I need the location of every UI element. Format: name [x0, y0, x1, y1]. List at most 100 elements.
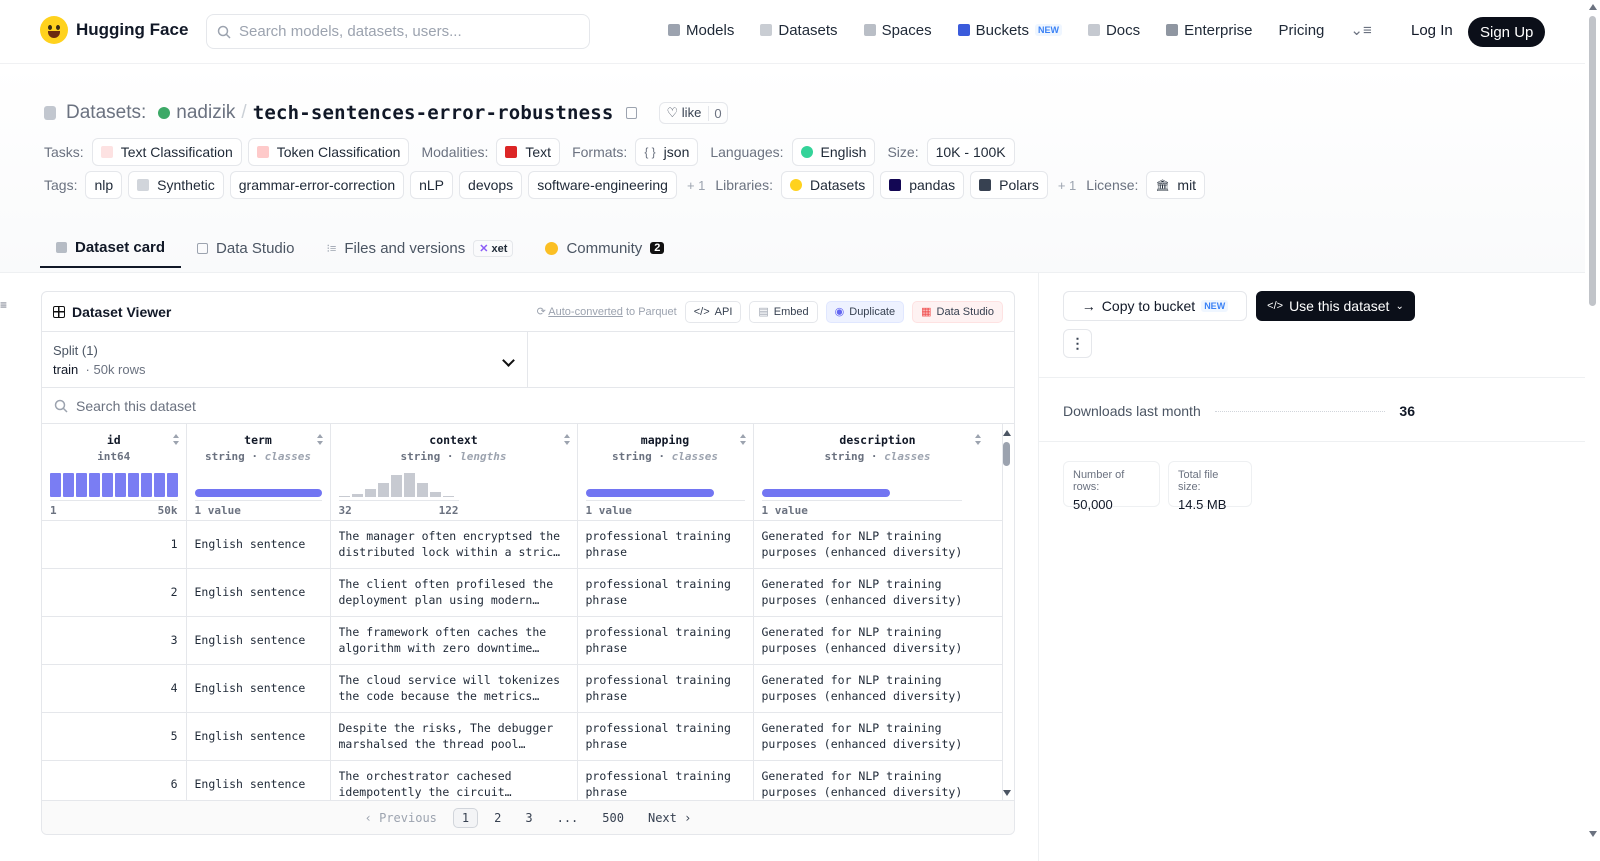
page-scrollbar-thumb[interactable] — [1589, 16, 1596, 306]
tag-chip-synthetic[interactable]: Synthetic — [128, 171, 224, 199]
tag-chip[interactable]: nLP — [410, 171, 454, 199]
classes-summary: 1 value — [194, 500, 322, 517]
column-header-id[interactable]: id int64 1 50k — [42, 424, 187, 521]
tab-dataset-card[interactable]: Dataset card — [40, 228, 182, 268]
tab-files-and-versions[interactable]: ⁝≡ Files and versions ✕ xet — [310, 228, 529, 268]
nav-buckets[interactable]: Buckets NEW — [957, 22, 1062, 39]
library-chip-datasets[interactable]: Datasets — [780, 171, 875, 199]
nav-pricing[interactable]: Pricing — [1279, 22, 1325, 39]
scroll-up-arrow-icon[interactable] — [1589, 4, 1597, 10]
datasets-section-label[interactable]: Datasets: — [66, 102, 146, 124]
column-header-context[interactable]: context string · lengths 32 122 — [330, 424, 578, 521]
page-3-button[interactable]: 3 — [517, 809, 540, 827]
copy-icon[interactable] — [625, 107, 637, 119]
next-page-button[interactable]: Next › — [640, 809, 699, 827]
database-icon — [44, 106, 56, 120]
task-chip-token-classification[interactable]: Token Classification — [247, 138, 410, 166]
nav-enterprise[interactable]: Enterprise — [1166, 22, 1253, 39]
nav-spaces[interactable]: Spaces — [863, 22, 932, 39]
global-search-input[interactable] — [239, 23, 559, 40]
column-header-term[interactable]: term string · classes 1 value — [186, 424, 331, 521]
table-row[interactable]: 1 English sentence The manager often enc… — [42, 520, 1003, 569]
nav-pricing-label: Pricing — [1278, 21, 1325, 39]
sort-icon[interactable] — [563, 434, 571, 445]
page-ellipsis: ... — [556, 810, 579, 825]
owner-avatar — [158, 107, 171, 119]
use-dataset-label: Use this dataset — [1289, 298, 1390, 314]
tab-community[interactable]: Community 2 — [529, 228, 680, 268]
dataset-table: id int64 1 50k term string · classes 1 va… — [42, 424, 1003, 809]
tab-data-studio[interactable]: Data Studio — [181, 228, 310, 268]
global-search[interactable] — [206, 14, 590, 49]
table-row[interactable]: 2 English sentence The client often prof… — [42, 568, 1003, 617]
table-scrollbar-thumb[interactable] — [1003, 442, 1010, 466]
modality-chip-text[interactable]: Text — [496, 138, 561, 166]
column-header-mapping[interactable]: mapping string · classes 1 value — [577, 424, 754, 521]
previous-page-button[interactable]: ‹ Previous — [357, 809, 445, 827]
hf-logo-link[interactable]: Hugging Face — [40, 16, 188, 44]
side-menu-icon[interactable]: ≡ — [0, 298, 8, 312]
tag-chip[interactable]: nlp — [85, 171, 123, 199]
column-type: string · classes — [824, 450, 931, 463]
dataset-search-input[interactable] — [76, 397, 476, 414]
dataset-name[interactable]: tech-sentences-error-robustness — [253, 102, 614, 124]
tags-more[interactable]: + 1 — [687, 178, 705, 193]
tag-chip[interactable]: software-engineering — [528, 171, 677, 199]
libraries-more[interactable]: + 1 — [1058, 178, 1076, 193]
tab-label: Files and versions — [344, 239, 466, 257]
tag-chip[interactable]: grammar-error-correction — [229, 171, 405, 199]
tag-chip[interactable]: devops — [459, 171, 523, 199]
cell-context: The framework often caches the algorithm… — [330, 616, 578, 665]
library-chip-pandas[interactable]: pandas — [880, 171, 965, 199]
more-menu-icon[interactable]: ⌄≡ — [1350, 21, 1371, 39]
page-2-button[interactable]: 2 — [486, 809, 509, 827]
embed-label: Embed — [773, 305, 809, 318]
size-chip[interactable]: 10K - 100K — [926, 138, 1015, 166]
book-icon — [1087, 24, 1100, 36]
api-button[interactable]: </> API — [684, 300, 742, 323]
like-button[interactable]: ♡ like 0 — [658, 102, 728, 124]
language-chip-english[interactable]: English — [791, 138, 876, 166]
sort-icon[interactable] — [739, 434, 747, 445]
library-chip-polars[interactable]: Polars — [970, 171, 1048, 199]
auto-converted-note: ⟳ Auto-converted to Parquet — [536, 306, 677, 318]
split-selector[interactable]: Split (1) train · 50k rows — [42, 332, 528, 387]
more-options-button[interactable]: ⋮ — [1063, 329, 1092, 358]
brand-name: Hugging Face — [76, 20, 189, 39]
nav-docs[interactable]: Docs — [1087, 22, 1140, 39]
hugging-face-icon — [789, 179, 802, 191]
dataset-owner-link[interactable]: nadizik — [176, 102, 235, 124]
page-500-button[interactable]: 500 — [594, 809, 632, 827]
table-row[interactable]: 5 English sentence Despite the risks, Th… — [42, 712, 1003, 761]
sort-icon[interactable] — [172, 434, 180, 445]
nav-models[interactable]: Models — [668, 22, 734, 39]
signup-button[interactable]: Sign Up — [1468, 17, 1546, 47]
lengths-histogram — [338, 471, 569, 497]
page-1-button[interactable]: 1 — [452, 807, 479, 828]
dataset-search[interactable] — [42, 388, 1014, 424]
data-studio-button[interactable]: ▦ Data Studio — [912, 300, 1003, 323]
sort-icon[interactable] — [316, 434, 324, 445]
license-chip[interactable]: 🏛 mit — [1146, 171, 1206, 199]
use-this-dataset-button[interactable]: </> Use this dataset ⌄ — [1256, 291, 1415, 321]
embed-button[interactable]: ▤ Embed — [749, 300, 818, 323]
table-row[interactable]: 3 English sentence The framework often c… — [42, 616, 1003, 665]
page-scrollbar[interactable] — [1585, 0, 1600, 861]
login-link[interactable]: Log In — [1411, 22, 1453, 39]
search-icon — [217, 25, 231, 39]
task-chip-text-classification[interactable]: Text Classification — [91, 138, 242, 166]
sort-icon[interactable] — [974, 434, 982, 445]
format-chip-json[interactable]: { } json — [635, 138, 699, 166]
table-row[interactable]: 4 English sentence The cloud service wil… — [42, 664, 1003, 713]
bank-icon: 🏛 — [1155, 179, 1170, 192]
table-scrollbar[interactable] — [1000, 426, 1014, 798]
column-type: int64 — [97, 450, 131, 463]
auto-converted-link[interactable]: Auto-converted — [548, 306, 623, 318]
main-nav: Models Datasets Spaces Buckets NEW Docs E… — [668, 21, 1400, 39]
column-name: mapping — [640, 433, 690, 447]
scroll-down-arrow-icon[interactable] — [1589, 831, 1597, 837]
column-header-description[interactable]: description string · classes 1 value — [753, 424, 1003, 521]
nav-datasets[interactable]: Datasets — [760, 22, 838, 39]
copy-to-bucket-button[interactable]: → Copy to bucket NEW — [1063, 291, 1247, 321]
duplicate-button[interactable]: ◉ Duplicate — [825, 300, 905, 323]
